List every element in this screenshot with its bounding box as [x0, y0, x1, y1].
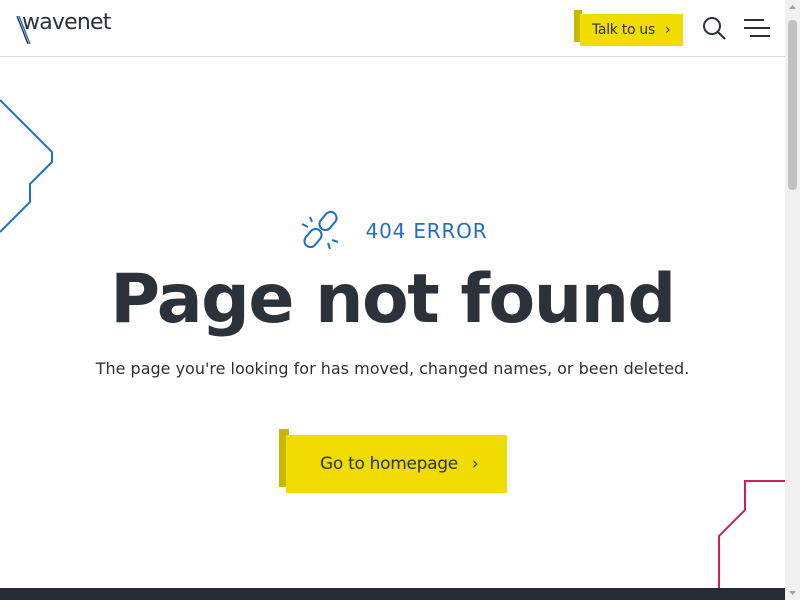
wavenet-logo[interactable]: wavenet	[16, 10, 111, 44]
go-to-homepage-label: Go to homepage	[320, 454, 458, 474]
footer-top-edge	[0, 588, 785, 600]
button-face: Go to homepage ›	[286, 435, 507, 493]
chevron-right-icon: ›	[471, 454, 479, 474]
page-subtitle: The page you're looking for has moved, c…	[95, 359, 690, 378]
scroll-down-arrow-icon[interactable]	[785, 585, 800, 600]
broken-link-icon	[301, 210, 338, 250]
error-code: 404 ERROR	[365, 219, 488, 243]
chevron-right-icon: ›	[664, 22, 671, 38]
talk-to-us-label: Talk to us	[592, 22, 655, 38]
site-header: wavenet Talk to us ›	[0, 0, 785, 57]
scroll-up-arrow-icon[interactable]	[785, 0, 800, 15]
button-face: Talk to us ›	[580, 14, 683, 46]
vertical-scrollbar[interactable]	[785, 0, 800, 600]
talk-to-us-button[interactable]: Talk to us ›	[574, 10, 683, 46]
scrollbar-thumb[interactable]	[788, 20, 797, 190]
go-to-homepage-button[interactable]: Go to homepage ›	[279, 429, 507, 493]
search-icon[interactable]	[702, 16, 726, 40]
hamburger-menu-icon[interactable]	[744, 18, 770, 38]
decorative-line-right	[718, 480, 785, 590]
error-heading-row: 404 ERROR	[0, 208, 785, 254]
logo-wave-mark	[16, 15, 31, 44]
page-title: Page not found	[110, 260, 676, 339]
